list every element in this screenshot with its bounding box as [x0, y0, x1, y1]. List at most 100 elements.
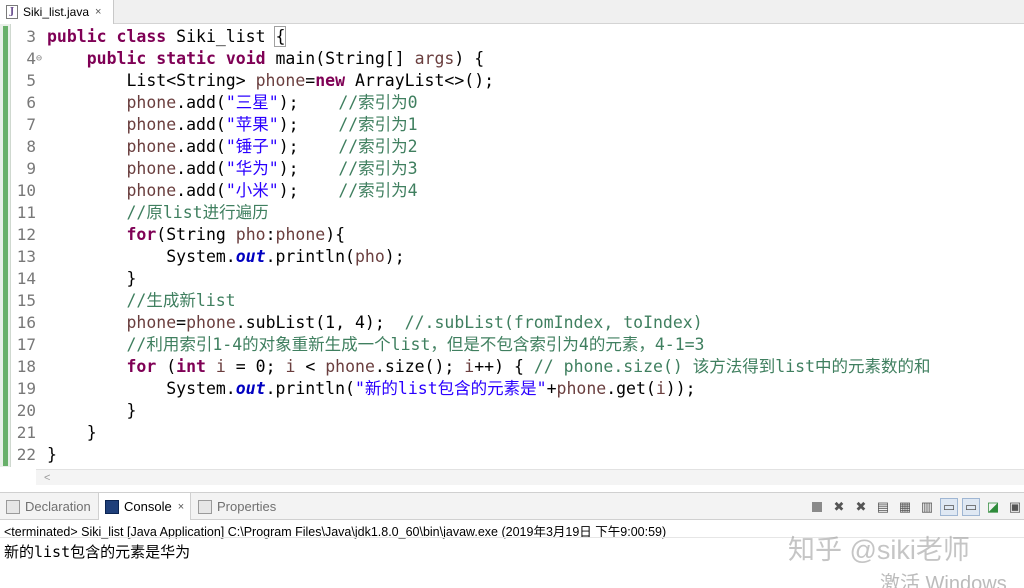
code-text: phone.add("小米"); //索引为4	[47, 180, 417, 202]
code-token: //索引为2	[338, 137, 418, 156]
line-number: 10	[16, 181, 36, 200]
stop-icon[interactable]	[808, 498, 826, 516]
tab-properties[interactable]: Properties	[198, 493, 276, 520]
code-line[interactable]: 17 //利用索引1-4的对象重新生成一个list，但是不包含索引为4的元素，4…	[14, 334, 1024, 356]
code-line[interactable]: 11 //原list进行遍历	[14, 202, 1024, 224]
code-token: phone	[126, 115, 177, 134]
code-text: List<String> phone=new ArrayList<>();	[47, 70, 494, 92]
console-toolbar: ✖ ✖ ▤ ▦ ▥ ▭ ▭ ◪ ▣	[804, 497, 1024, 517]
code-line[interactable]: 13 System.out.println(pho);	[14, 246, 1024, 268]
code-line[interactable]: 10 phone.add("小米"); //索引为4	[14, 180, 1024, 202]
code-token: out	[235, 247, 266, 266]
code-token: for	[126, 225, 157, 244]
tab-console[interactable]: Console ×	[98, 493, 192, 520]
code-token: phone	[126, 181, 177, 200]
code-line[interactable]: 20 }	[14, 400, 1024, 422]
code-line[interactable]: 9 phone.add("华为"); //索引为3	[14, 158, 1024, 180]
code-token: }	[47, 401, 137, 420]
code-token: new	[315, 71, 355, 90]
code-token: "新的list包含的元素是"	[354, 379, 547, 398]
horizontal-scrollbar[interactable]: <	[36, 469, 1024, 485]
code-editor[interactable]: 3 public class Siki_list {4 ⊖ public stati…	[0, 24, 1024, 485]
code-line[interactable]: 4 ⊖ public static void main(String[] args…	[14, 48, 1024, 70]
code-token: // phone.size() 该方法得到list中的元素数的和	[533, 357, 931, 376]
code-token: );	[278, 115, 339, 134]
close-icon[interactable]: ×	[178, 501, 184, 513]
code-token: "苹果"	[225, 115, 279, 134]
code-token: =	[176, 313, 187, 332]
code-token: //索引为1	[338, 115, 418, 134]
open-console-icon[interactable]: ◪	[984, 498, 1002, 516]
console-output[interactable]: 新的list包含的元素是华为	[4, 541, 190, 562]
scroll-lock-icon[interactable]: ▤	[874, 498, 892, 516]
code-text: public class Siki_list {	[47, 26, 287, 48]
code-line[interactable]: 21 }	[14, 422, 1024, 444]
code-token: phone	[275, 225, 326, 244]
fold-toggle-icon[interactable]: ⊖	[36, 48, 42, 70]
code-text: System.out.println("新的list包含的元素是"+phone.…	[47, 378, 695, 400]
code-token: int	[176, 357, 216, 376]
code-token: //索引为3	[338, 159, 418, 178]
code-token: List<String>	[47, 71, 256, 90]
code-line[interactable]: 22}	[14, 444, 1024, 466]
remove-launch-icon[interactable]: ✖	[830, 498, 848, 516]
line-number: 6	[26, 93, 36, 112]
code-line[interactable]: 18 for (int i = 0; i < phone.size(); i++…	[14, 356, 1024, 378]
code-token: //索引为0	[338, 93, 418, 112]
code-line[interactable]: 16 phone=phone.subList(1, 4); //.subList…	[14, 312, 1024, 334]
code-token: .add(	[176, 93, 226, 112]
line-number: 16	[16, 313, 36, 332]
show-stdout-icon[interactable]: ▭	[940, 498, 958, 516]
word-wrap-icon[interactable]: ▦	[896, 498, 914, 516]
code-lines[interactable]: 3 public class Siki_list {4 ⊖ public stati…	[14, 26, 1024, 466]
code-token: public static void	[86, 49, 276, 68]
code-token: System.	[47, 379, 236, 398]
code-token: );	[278, 181, 339, 200]
code-token: args	[414, 49, 455, 68]
code-text: for (int i = 0; i < phone.size(); i++) {…	[47, 356, 931, 378]
line-number: 9	[26, 159, 36, 178]
code-text: }	[47, 422, 97, 444]
code-line[interactable]: 7 phone.add("苹果"); //索引为1	[14, 114, 1024, 136]
pin-icon[interactable]: ▥	[918, 498, 936, 516]
quick-diff-ruler	[0, 24, 11, 467]
code-line[interactable]: 15 //生成新list	[14, 290, 1024, 312]
editor-tab-bar: J Siki_list.java ×	[0, 0, 1024, 24]
code-line[interactable]: 8 phone.add("锤子"); //索引为2	[14, 136, 1024, 158]
activate-windows-watermark: 激活 Windows	[880, 573, 1007, 588]
code-text: }	[47, 400, 136, 422]
code-token: public class	[47, 27, 177, 46]
code-token: ArrayList<>();	[354, 71, 495, 90]
line-number: 13	[16, 247, 36, 266]
remove-all-icon[interactable]: ✖	[852, 498, 870, 516]
close-icon[interactable]: ×	[95, 6, 101, 18]
code-line[interactable]: 6 phone.add("三星"); //索引为0	[14, 92, 1024, 114]
show-stderr-icon[interactable]: ▭	[962, 498, 980, 516]
line-number: 14	[16, 269, 36, 288]
code-line[interactable]: 12 for(String pho:phone){	[14, 224, 1024, 246]
code-line[interactable]: 19 System.out.println("新的list包含的元素是"+pho…	[14, 378, 1024, 400]
code-token: }	[47, 445, 57, 464]
tab-declaration[interactable]: Declaration	[6, 493, 91, 520]
code-text: phone.add("锤子"); //索引为2	[47, 136, 418, 158]
code-token: //.subList(fromIndex, toIndex)	[404, 313, 703, 332]
code-token: phone	[255, 71, 306, 90]
code-token: <	[295, 357, 326, 376]
code-token: = 0;	[225, 357, 286, 376]
code-text: phone.add("三星"); //索引为0	[47, 92, 418, 114]
line-number: 15	[16, 291, 36, 310]
code-line[interactable]: 5 List<String> phone=new ArrayList<>();	[14, 70, 1024, 92]
editor-tab-siki-list[interactable]: J Siki_list.java ×	[0, 0, 114, 24]
code-token: .add(	[176, 159, 226, 178]
code-line[interactable]: 14 }	[14, 268, 1024, 290]
code-token: );	[384, 247, 405, 266]
display-console-icon[interactable]: ▣	[1006, 498, 1024, 516]
code-line[interactable]: 3 public class Siki_list {	[14, 26, 1024, 48]
scroll-left-icon[interactable]: <	[44, 470, 50, 486]
code-token: Siki_list	[176, 27, 276, 46]
